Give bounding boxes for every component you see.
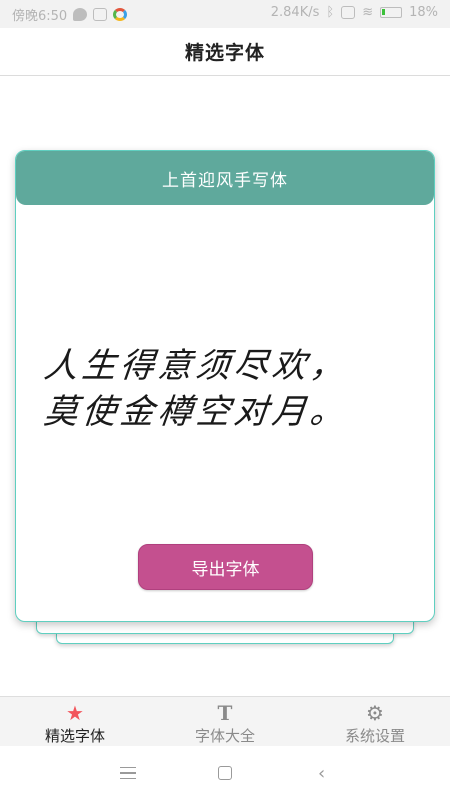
tab-label: 字体大全 [194,727,255,745]
status-left: 傍晚6:50 [12,5,128,24]
app-header: 精选字体 [0,28,450,76]
app-logo-notification-icon [113,8,128,21]
font-card-header: 上首迎风手写体 [16,151,434,205]
status-time: 傍晚6:50 [12,9,68,24]
home-button[interactable] [205,753,245,793]
status-right: 2.84K/s ᛒ ≋ 18% [271,5,438,20]
battery-icon [380,7,403,18]
font-preview-text: 人生得意须尽欢， 莫使金樽空对月。 [41,343,414,435]
export-font-button[interactable]: 导出字体 [138,544,313,590]
home-icon [217,766,232,780]
font-name: 上首迎风手写体 [162,170,288,191]
tab-system-settings[interactable]: ⚙ 系统设置 [300,697,450,746]
preview-line-2: 莫使金樽空对月。 [41,392,351,432]
page-title: 精选字体 [184,42,265,64]
system-navigation-bar: ‹ [0,746,450,800]
app-notification-icon [93,8,108,21]
wifi-icon: ≋ [362,5,374,20]
star-icon: ★ [66,701,84,725]
tab-label: 系统设置 [344,727,405,745]
network-speed: 2.84K/s [270,5,320,20]
back-button[interactable]: ‹ [302,753,342,793]
status-bar: 傍晚6:50 2.84K/s ᛒ ≋ 18% [0,0,450,28]
menu-icon [120,767,137,779]
bluetooth-icon: ᛒ [326,5,335,20]
bottom-tab-bar: ★ 精选字体 T 字体大全 ⚙ 系统设置 [0,696,450,746]
tab-all-fonts[interactable]: T 字体大全 [150,697,300,746]
message-notification-icon [73,8,88,21]
tab-label: 精选字体 [44,727,105,745]
battery-level: 18% [409,5,438,20]
gear-icon: ⚙ [366,701,384,725]
tab-featured-fonts[interactable]: ★ 精选字体 [0,697,150,746]
text-t-icon: T [217,701,233,725]
preview-line-1: 人生得意须尽欢， [41,346,351,386]
font-card[interactable]: 上首迎风手写体 人生得意须尽欢， 莫使金樽空对月。 导出字体 [15,150,435,622]
back-chevron-icon: ‹ [318,762,326,784]
menu-button[interactable] [108,753,148,793]
sim-card-icon [341,6,356,19]
